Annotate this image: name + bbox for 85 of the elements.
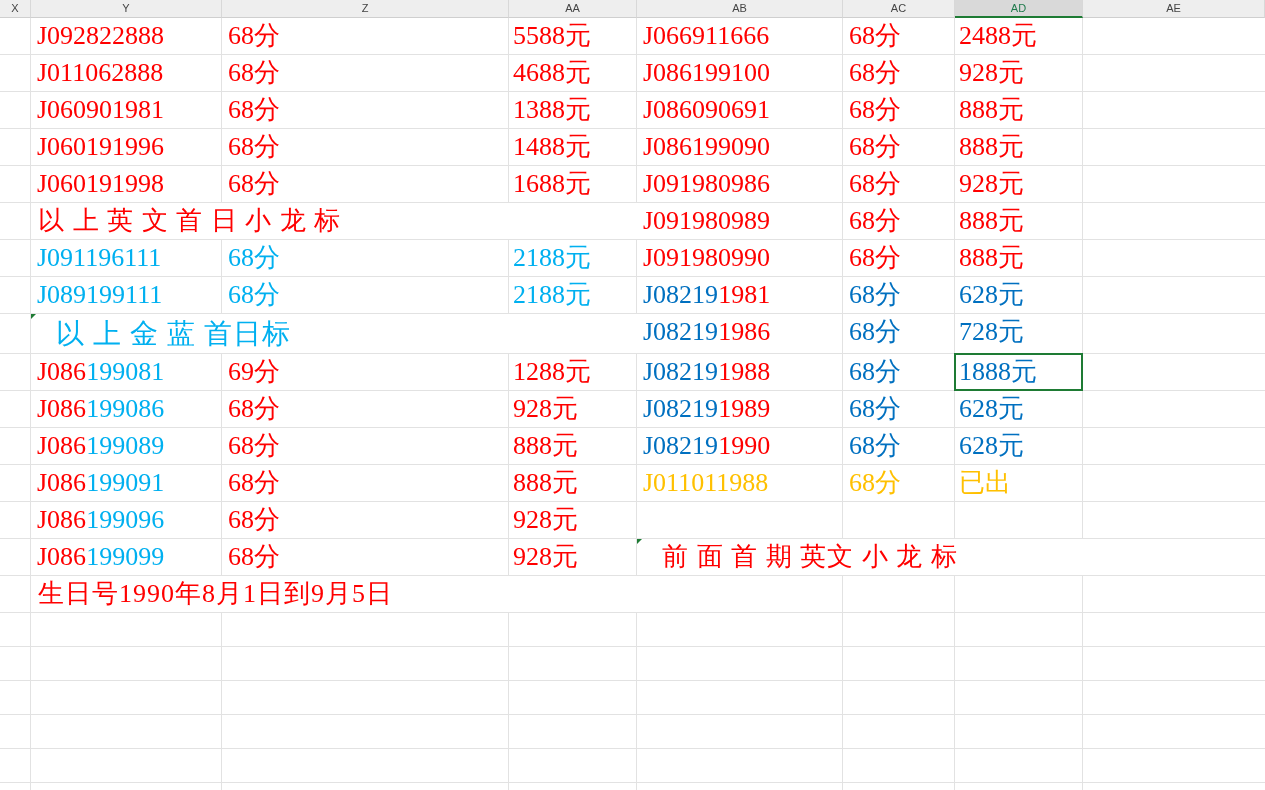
price-cell: 1888元 — [954, 353, 1083, 391]
number-cell-text: J082191986 — [642, 316, 772, 348]
price-cell-text: 928元 — [958, 168, 1025, 200]
price-cell-text: 928元 — [512, 541, 579, 573]
number-cell-text: J086199081 — [36, 356, 166, 388]
score-cell-text: 68分 — [227, 430, 281, 462]
score-cell-text: 68分 — [227, 393, 281, 425]
number-cell-text: J086199091 — [36, 467, 166, 499]
score-cell-text: 68分 — [227, 541, 281, 573]
score-cell-text: 68分 — [848, 393, 902, 425]
number-cell-text: J082191981 — [642, 279, 772, 311]
price-cell-text: 5588元 — [512, 20, 592, 52]
score-cell-text: 68分 — [848, 430, 902, 462]
price-cell-text: 728元 — [958, 316, 1025, 348]
number-cell-text: J066911666 — [642, 20, 771, 52]
column-header[interactable]: Y — [31, 0, 222, 18]
price-cell-text: 888元 — [958, 94, 1025, 126]
score-cell-text: 68分 — [848, 57, 902, 89]
price-cell-text: 已出 — [958, 467, 1012, 499]
price-cell-text: 628元 — [958, 279, 1025, 311]
price-cell-text: 2188元 — [512, 242, 592, 274]
score-cell-text: 68分 — [227, 467, 281, 499]
score-cell-text: 68分 — [227, 279, 281, 311]
number-cell-text: J091980990 — [642, 242, 772, 274]
number-cell-text: J086199096 — [36, 504, 166, 536]
score-cell-text: 68分 — [227, 131, 281, 163]
number-cell-text: J091980989 — [642, 205, 772, 237]
number-cell-text: J092822888 — [36, 20, 166, 52]
score-cell-text: 68分 — [848, 94, 902, 126]
number-cell-text: J086090691 — [642, 94, 772, 126]
score-cell-text: 68分 — [848, 20, 902, 52]
column-header[interactable]: AB — [637, 0, 843, 18]
price-cell-text: 888元 — [958, 242, 1025, 274]
column-header[interactable]: X — [0, 0, 31, 18]
score-cell-text: 68分 — [848, 316, 902, 348]
number-cell-text: J011011988 — [642, 467, 770, 499]
score-cell-text: 68分 — [848, 205, 902, 237]
score-cell-text: 68分 — [848, 131, 902, 163]
score-cell-text: 68分 — [848, 279, 902, 311]
price-cell-text: 928元 — [512, 393, 579, 425]
number-cell-text: J086199086 — [36, 393, 166, 425]
column-header[interactable]: AD — [955, 0, 1083, 18]
price-cell-text: 888元 — [512, 430, 579, 462]
number-cell-text: J082191989 — [642, 393, 772, 425]
score-cell-text: 68分 — [227, 242, 281, 274]
score-cell-text: 68分 — [227, 94, 281, 126]
price-cell-text: 1488元 — [512, 131, 592, 163]
price-cell-text: 928元 — [958, 57, 1025, 89]
price-cell-text: 1388元 — [512, 94, 592, 126]
score-cell-text: 68分 — [848, 467, 902, 499]
score-cell-text: 68分 — [227, 504, 281, 536]
price-cell-text: 2488元 — [958, 20, 1038, 52]
score-cell-text: 68分 — [227, 168, 281, 200]
price-cell-text: 4688元 — [512, 57, 592, 89]
number-cell-text: J086199099 — [36, 541, 166, 573]
score-cell-text: 68分 — [227, 20, 281, 52]
score-cell-text: 68分 — [227, 57, 281, 89]
score-cell-text: 68分 — [848, 356, 902, 388]
number-cell-text: J011062888 — [36, 57, 165, 89]
price-cell-text: 1288元 — [512, 356, 592, 388]
score-cell-text: 68分 — [848, 168, 902, 200]
price-cell-text: 888元 — [958, 131, 1025, 163]
number-cell-text: J086199089 — [36, 430, 166, 462]
score-cell-text: 68分 — [848, 242, 902, 274]
price-cell-text: 928元 — [512, 504, 579, 536]
price-cell-text: 2188元 — [512, 279, 592, 311]
number-cell-text: J089199111 — [36, 279, 164, 311]
number-cell-text: J086199090 — [642, 131, 772, 163]
number-cell-text: J060191998 — [36, 168, 166, 200]
number-cell-text: J091980986 — [642, 168, 772, 200]
column-header[interactable]: AE — [1083, 0, 1265, 18]
price-cell-text: 628元 — [958, 393, 1025, 425]
column-header[interactable]: Z — [222, 0, 509, 18]
number-cell-text: J082191990 — [642, 430, 772, 462]
column-header[interactable]: AA — [509, 0, 637, 18]
price-cell-text: 888元 — [512, 467, 579, 499]
price-cell-text: 1688元 — [512, 168, 592, 200]
number-cell-text: J060191996 — [36, 131, 166, 163]
score-cell-text: 69分 — [227, 356, 281, 388]
price-cell-text: 888元 — [958, 205, 1025, 237]
number-cell-text: J091196111 — [36, 242, 163, 274]
price-cell-text: 628元 — [958, 430, 1025, 462]
number-cell-text: J060901981 — [36, 94, 166, 126]
number-cell-text: J082191988 — [642, 356, 772, 388]
number-cell-text: J086199100 — [642, 57, 772, 89]
